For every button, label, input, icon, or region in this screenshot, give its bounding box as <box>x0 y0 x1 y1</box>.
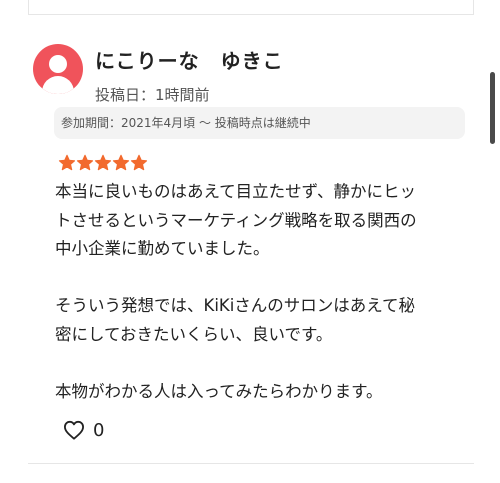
avatar-body <box>42 76 74 94</box>
top-divider <box>28 14 474 15</box>
review-body: 本当に良いものはあえて目立たせず、静かにヒッ トさせるというマーケティング戦略を… <box>55 178 475 406</box>
user-avatar-icon[interactable] <box>33 44 83 94</box>
review-line: 本物がわかる人は入ってみたらわかります。 <box>55 381 383 401</box>
review-line: そういう発想では、KiKiさんのサロンはあえて秘 <box>55 296 415 315</box>
star-icon <box>112 154 130 171</box>
review-page: にこりーな ゆきこ 投稿日：1時間前 参加期間：2021年4月頃 〜 投稿時点は… <box>0 0 500 483</box>
star-icon <box>130 154 148 171</box>
heart-outline-icon[interactable] <box>63 420 85 440</box>
review-line: 中小企業に勤めていました。 <box>55 239 270 258</box>
review-paragraph-3: 本物がわかる人は入ってみたらわかります。 <box>55 378 475 407</box>
star-icon <box>76 154 94 171</box>
star-rating <box>58 154 148 174</box>
bottom-divider <box>28 463 474 464</box>
star-icon <box>58 154 76 171</box>
like-button[interactable]: 0 <box>63 418 104 442</box>
participation-period: 参加期間：2021年4月頃 〜 投稿時点は継続中 <box>54 107 465 139</box>
author-name[interactable]: にこりーな ゆきこ <box>95 45 284 74</box>
card-frame-left <box>28 0 29 14</box>
card-frame-right <box>473 0 474 14</box>
scrollbar[interactable] <box>490 72 495 144</box>
avatar-head <box>49 55 67 73</box>
review-line: トさせるというマーケティング戦略を取る関西の <box>55 210 417 230</box>
like-count: 0 <box>93 419 105 441</box>
review-paragraph-1: 本当に良いものはあえて目立たせず、静かにヒッ トさせるというマーケティング戦略を… <box>55 178 475 264</box>
review-line: 密にしておきたいくらい、良いです。 <box>55 324 333 344</box>
posted-date: 投稿日：1時間前 <box>95 86 210 104</box>
review-paragraph-2: そういう発想では、KiKiさんのサロンはあえて秘 密にしておきたいくらい、良いで… <box>55 292 475 349</box>
star-icon <box>94 154 112 171</box>
review-line: 本当に良いものはあえて目立たせず、静かにヒッ <box>55 182 417 201</box>
